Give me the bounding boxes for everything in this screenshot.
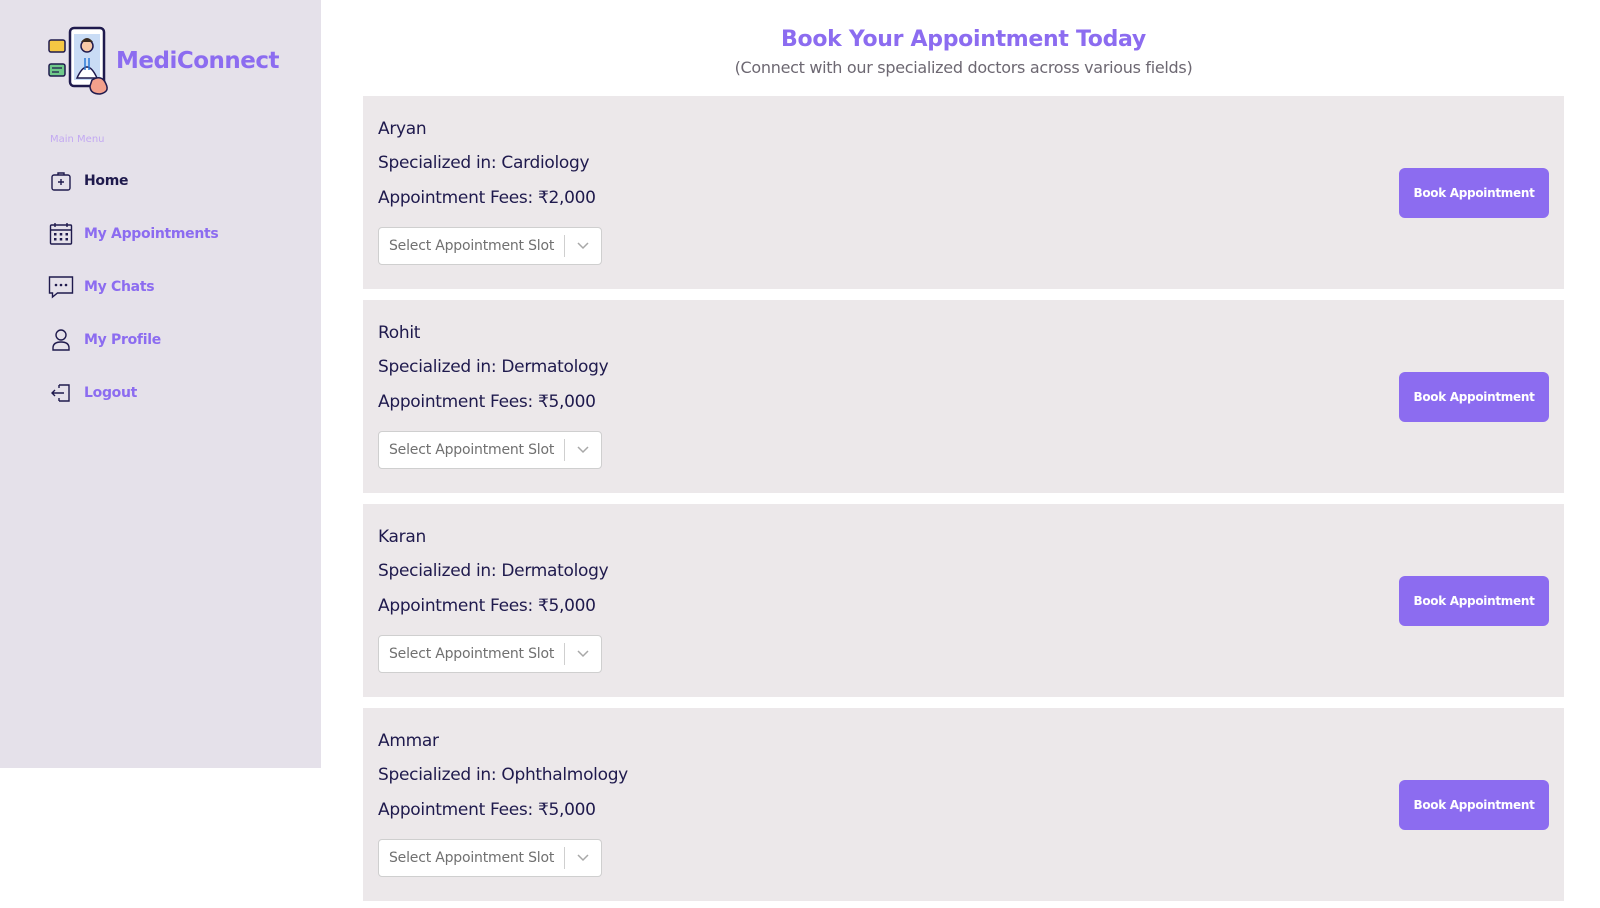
book-appointment-button[interactable]: Book Appointment [1399,780,1549,830]
doctor-name: Karan [378,527,426,547]
brand-logo[interactable]: MediConnect [48,26,280,96]
chevron-down-icon[interactable] [565,242,601,250]
logout-icon [48,380,74,406]
doctor-specialization: Specialized in: Dermatology [378,357,609,377]
doctor-card: Rohit Specialized in: Dermatology Appoin… [363,300,1564,493]
user-icon [48,327,74,353]
appointment-slot-select[interactable]: Select Appointment Slot [378,635,603,673]
doctor-card: Karan Specialized in: Dermatology Appoin… [363,504,1564,697]
doctor-card: Aryan Specialized in: Cardiology Appoint… [363,96,1564,289]
main-content: Book Your Appointment Today (Connect wit… [321,0,1600,908]
page-title: Book Your Appointment Today [781,27,1146,52]
brand-name: MediConnect [116,48,280,74]
doctor-fees: Appointment Fees: ₹5,000 [378,596,596,616]
calendar-icon [48,221,74,247]
slot-placeholder: Select Appointment Slot [389,646,555,662]
sidebar-item-chats[interactable]: My Chats [48,274,155,300]
page-subtitle: (Connect with our specialized doctors ac… [734,58,1193,77]
sidebar-item-home[interactable]: Home [48,168,129,194]
doctor-fees: Appointment Fees: ₹5,000 [378,392,596,412]
appointment-slot-select[interactable]: Select Appointment Slot [378,227,603,265]
sidebar-item-profile[interactable]: My Profile [48,327,161,353]
appointment-slot-select[interactable]: Select Appointment Slot [378,431,603,469]
doctor-name: Ammar [378,731,439,751]
book-appointment-button[interactable]: Book Appointment [1399,372,1549,422]
slot-placeholder: Select Appointment Slot [389,442,555,458]
doctor-specialization: Specialized in: Cardiology [378,153,590,173]
chevron-down-icon[interactable] [565,854,601,862]
medical-bag-icon [48,168,74,194]
slot-placeholder: Select Appointment Slot [389,850,555,866]
appointment-slot-select[interactable]: Select Appointment Slot [378,839,603,877]
chevron-down-icon[interactable] [565,446,601,454]
doctor-phone-logo-icon [48,26,108,95]
doctor-name: Aryan [378,119,427,139]
sidebar-item-label: My Chats [84,279,155,295]
sidebar-item-logout[interactable]: Logout [48,380,137,406]
doctor-specialization: Specialized in: Ophthalmology [378,765,628,785]
menu-heading: Main Menu [50,134,105,145]
sidebar-item-label: Logout [84,385,138,401]
doctor-specialization: Specialized in: Dermatology [378,561,609,581]
slot-placeholder: Select Appointment Slot [389,238,555,254]
sidebar-item-appointments[interactable]: My Appointments [48,221,219,247]
sidebar-item-label: My Profile [84,332,161,348]
doctor-name: Rohit [378,323,421,343]
chat-icon [48,274,74,300]
book-appointment-button[interactable]: Book Appointment [1399,168,1549,218]
sidebar-item-label: Home [84,173,129,189]
chevron-down-icon[interactable] [565,650,601,658]
doctor-card: Ammar Specialized in: Ophthalmology Appo… [363,708,1564,901]
book-appointment-button[interactable]: Book Appointment [1399,576,1549,626]
sidebar-item-label: My Appointments [84,226,219,242]
sidebar: MediConnect Main Menu Home My Appointmen… [0,0,321,768]
doctor-fees: Appointment Fees: ₹5,000 [378,800,596,820]
doctor-fees: Appointment Fees: ₹2,000 [378,188,596,208]
